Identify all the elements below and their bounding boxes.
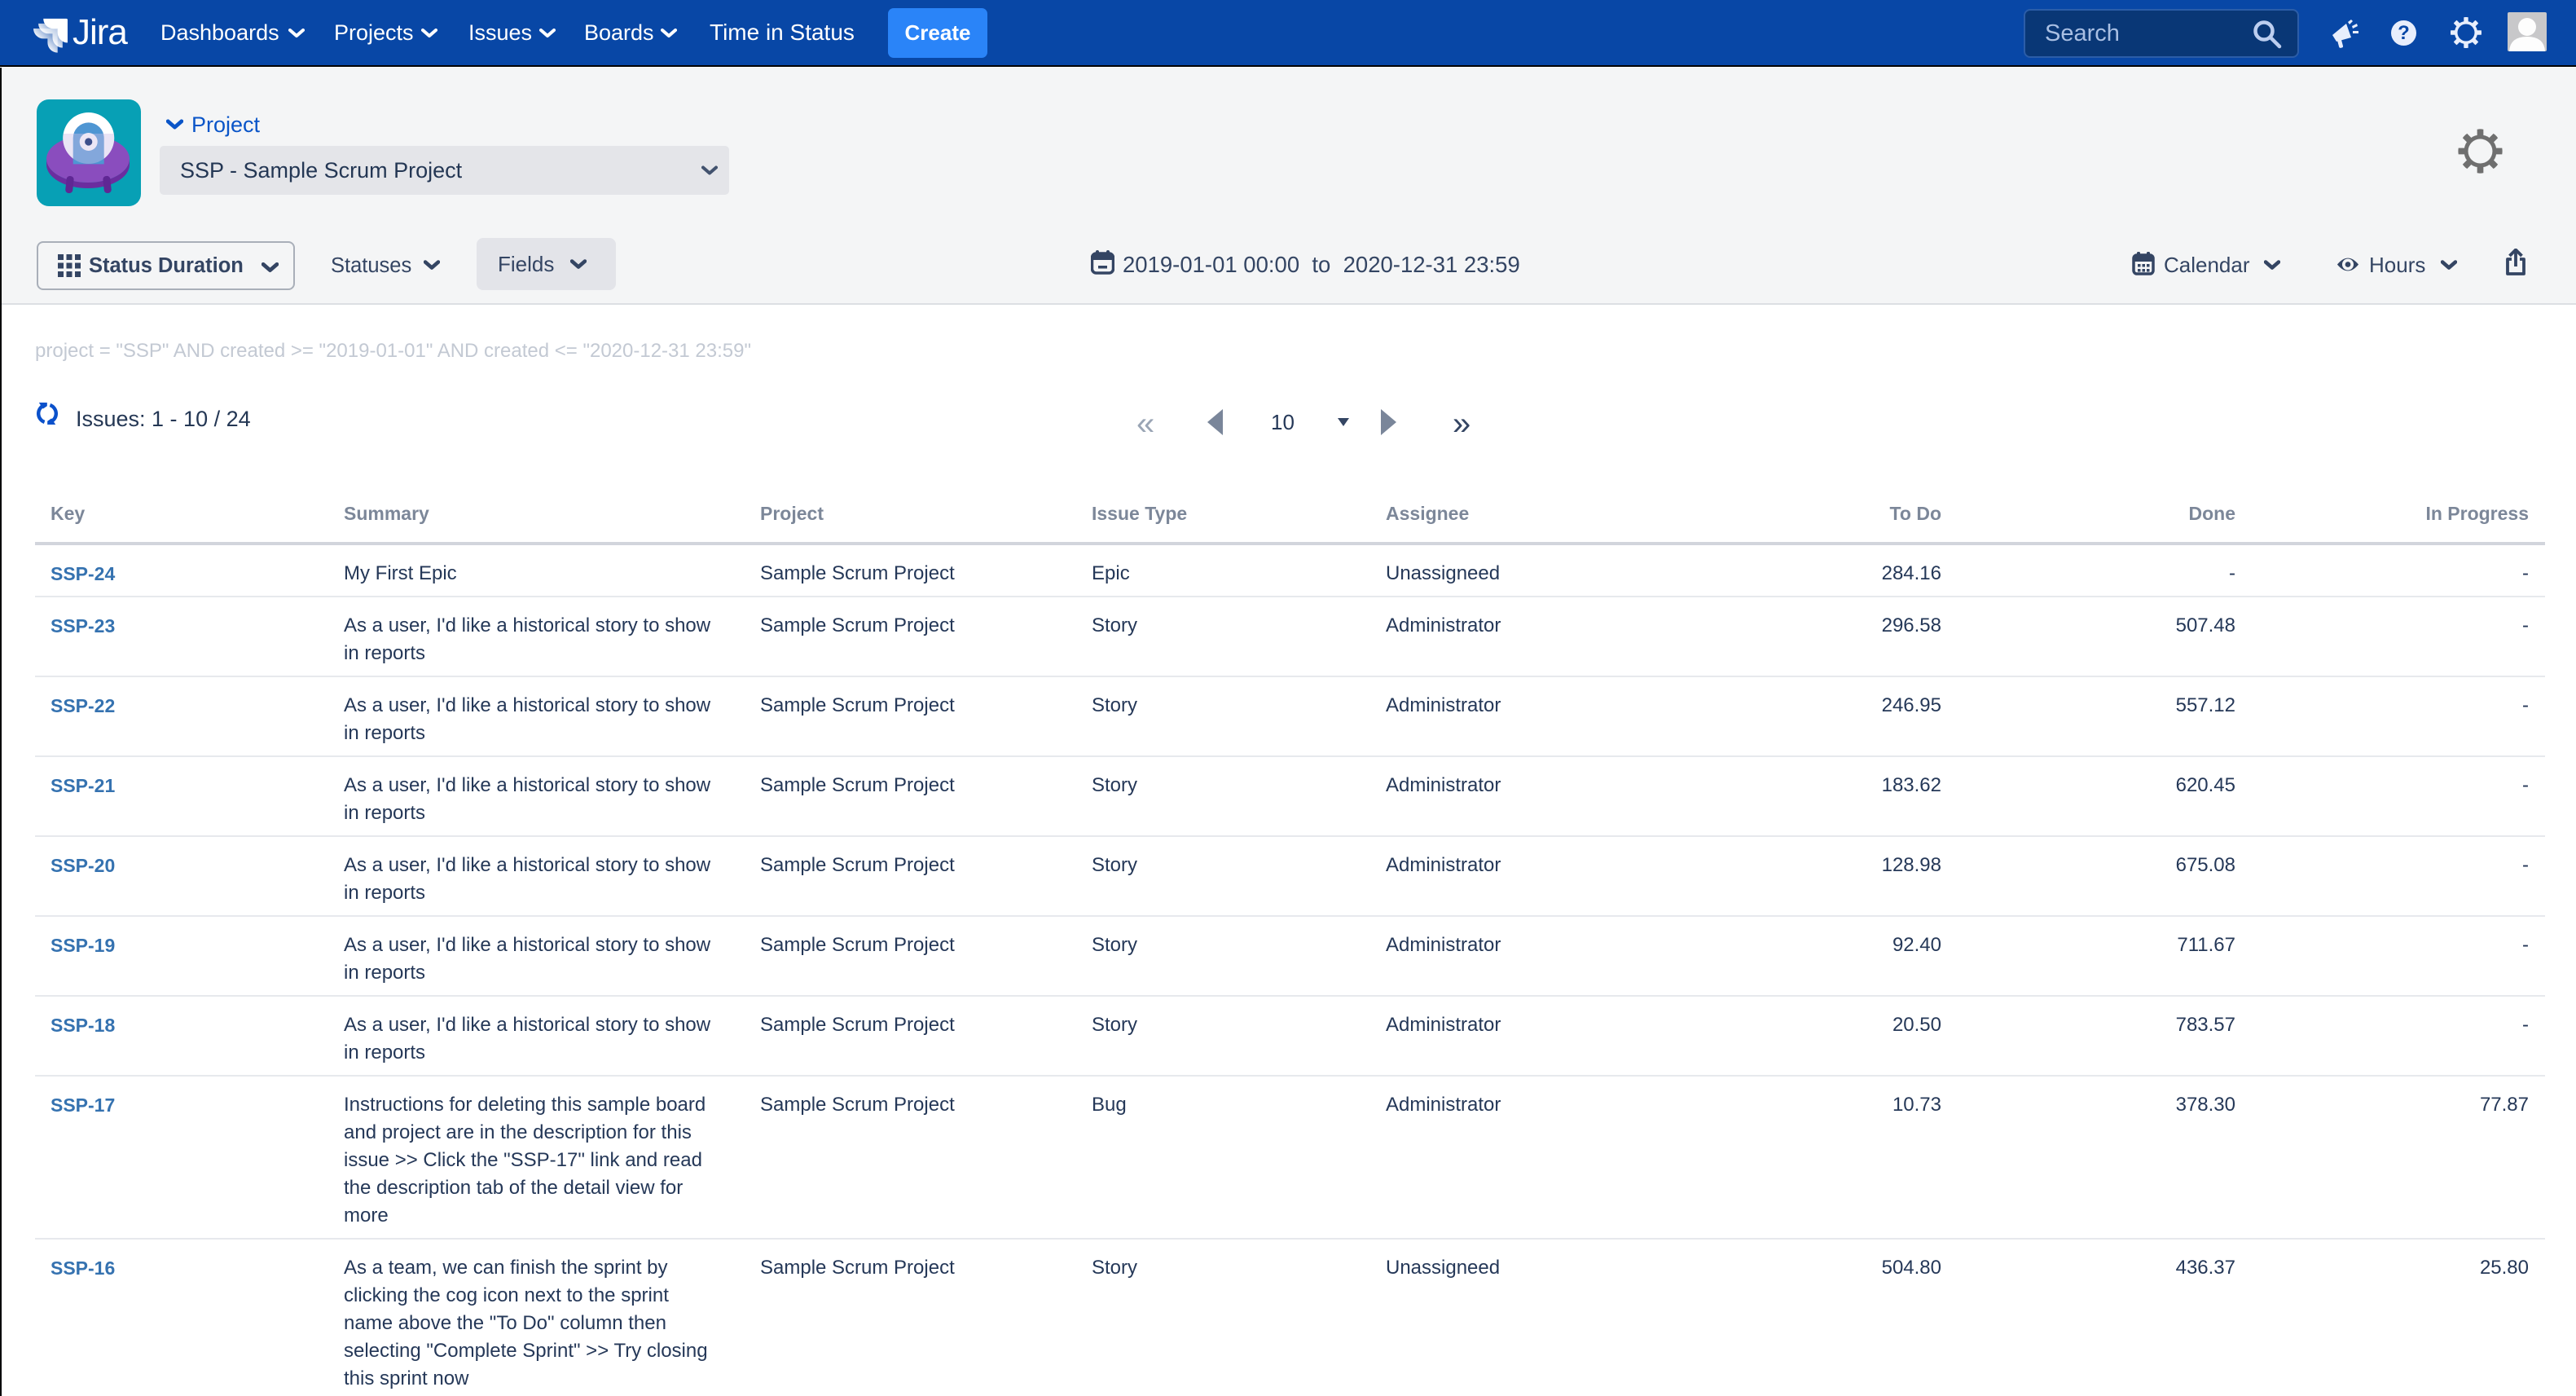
svg-text:?: ? xyxy=(2398,22,2410,44)
